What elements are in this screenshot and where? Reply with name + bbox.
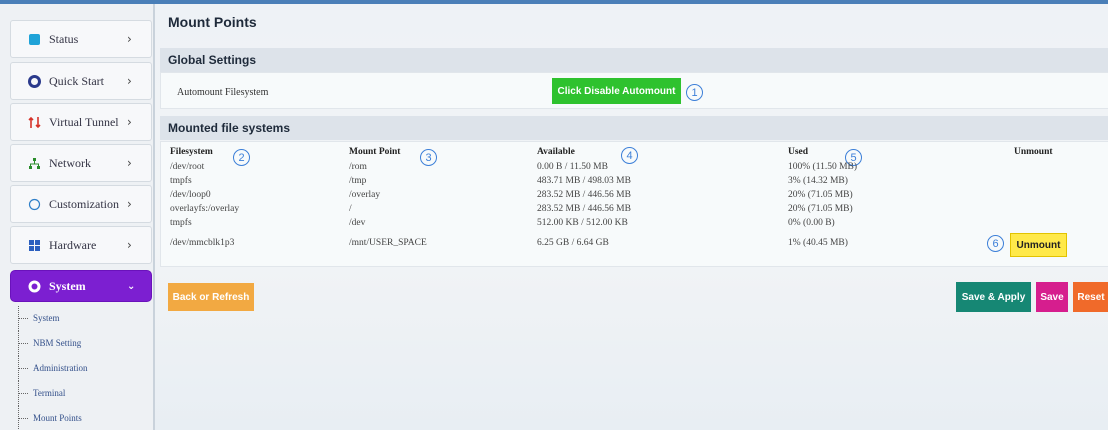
column-header-filesystem: Filesystem — [170, 147, 213, 157]
main-content: Mount Points Global Settings Automount F… — [156, 4, 1108, 430]
cell-filesystem: /dev/loop0 — [170, 190, 211, 200]
sidebar-item-network[interactable]: Network › — [10, 144, 152, 182]
callout-badge-4: 4 — [621, 147, 638, 164]
chevron-right-icon: › — [127, 156, 132, 170]
cell-mount-point: /rom — [349, 162, 367, 172]
cell-available: 283.52 MB / 446.56 MB — [537, 190, 631, 200]
sidebar-item-label: Status — [49, 31, 79, 46]
column-header-used: Used — [788, 147, 809, 157]
sidebar-item-label: Hardware — [49, 237, 97, 252]
column-header-unmount: Unmount — [1014, 147, 1053, 157]
network-icon — [27, 156, 41, 170]
sidebar-item-label: Customization — [49, 196, 119, 211]
cell-used: 1% (40.45 MB) — [788, 238, 848, 248]
sidebar-item-label: Virtual Tunnel — [49, 114, 119, 129]
sidebar-item-label: Quick Start — [49, 73, 104, 88]
customization-icon — [27, 197, 41, 211]
cell-used: 0% (0.00 B) — [788, 218, 835, 228]
sidebar-item-system[interactable]: System ⌄ — [10, 270, 152, 302]
sidebar-item-virtual-tunnel[interactable]: Virtual Tunnel › — [10, 103, 152, 141]
disable-automount-button[interactable]: Click Disable Automount — [552, 78, 681, 104]
chevron-down-icon: ⌄ — [127, 280, 136, 292]
gear-icon — [27, 74, 41, 88]
submenu-item-administration[interactable]: Administration — [18, 356, 153, 381]
cell-filesystem: tmpfs — [170, 218, 192, 228]
back-refresh-button[interactable]: Back or Refresh — [168, 283, 254, 311]
cell-mount-point: /tmp — [349, 176, 367, 186]
chevron-right-icon: › — [127, 74, 132, 88]
hardware-icon — [27, 238, 41, 252]
cell-filesystem: overlayfs:/overlay — [170, 204, 240, 214]
submenu-item-terminal[interactable]: Terminal — [18, 381, 153, 406]
chevron-right-icon: › — [127, 32, 132, 46]
unmount-button[interactable]: Unmount — [1010, 233, 1067, 257]
sidebar-item-label: System — [49, 278, 86, 293]
chevron-right-icon: › — [127, 238, 132, 252]
cell-used: 20% (71.05 MB) — [788, 190, 853, 200]
cell-used: 20% (71.05 MB) — [788, 204, 853, 214]
submenu-item-mount-points[interactable]: Mount Points — [18, 406, 153, 430]
system-gear-icon — [27, 279, 41, 293]
cell-mount-point: /dev — [349, 218, 366, 228]
column-header-mount-point: Mount Point — [349, 147, 401, 157]
chevron-right-icon: › — [127, 115, 132, 129]
save-button[interactable]: Save — [1036, 282, 1068, 312]
callout-badge-6: 6 — [987, 235, 1004, 252]
cell-available: 483.71 MB / 498.03 MB — [537, 176, 631, 186]
cell-mount-point: /mnt/USER_SPACE — [349, 238, 427, 248]
mounted-filesystems-table: Filesystem Mount Point Available Used Un… — [160, 141, 1108, 267]
callout-badge-1: 1 — [686, 84, 703, 101]
cell-available: 512.00 KB / 512.00 KB — [537, 218, 628, 228]
cell-available: 283.52 MB / 446.56 MB — [537, 204, 631, 214]
save-apply-button[interactable]: Save & Apply — [956, 282, 1031, 312]
column-header-available: Available — [537, 147, 575, 157]
cell-used: 3% (14.32 MB) — [788, 176, 848, 186]
cell-mount-point: / — [349, 204, 352, 214]
sidebar-item-status[interactable]: Status › — [10, 20, 152, 58]
mounted-filesystems-header: Mounted file systems — [160, 116, 1108, 140]
cell-filesystem: /dev/mmcblk1p3 — [170, 238, 235, 248]
sidebar-item-label: Network — [49, 155, 91, 170]
page-title: Mount Points — [168, 14, 257, 30]
chevron-right-icon: › — [127, 197, 132, 211]
callout-badge-3: 3 — [420, 149, 437, 166]
tunnel-icon — [27, 115, 41, 129]
cell-mount-point: /overlay — [349, 190, 381, 200]
sidebar-item-hardware[interactable]: Hardware › — [10, 226, 152, 264]
sidebar-item-customization[interactable]: Customization › — [10, 185, 152, 223]
cell-used: 100% (11.50 MB) — [788, 162, 858, 172]
automount-label: Automount Filesystem — [177, 87, 269, 98]
cell-available: 0.00 B / 11.50 MB — [537, 162, 608, 172]
cell-available: 6.25 GB / 6.64 GB — [537, 238, 609, 248]
cell-filesystem: /dev/root — [170, 162, 205, 172]
submenu-item-nbm-setting[interactable]: NBM Setting — [18, 331, 153, 356]
submenu-item-system[interactable]: System — [18, 306, 153, 331]
cell-filesystem: tmpfs — [170, 176, 192, 186]
sidebar: Status › Quick Start › Virtual Tunnel › … — [0, 4, 155, 430]
callout-badge-2: 2 — [233, 149, 250, 166]
sidebar-item-quick-start[interactable]: Quick Start › — [10, 62, 152, 100]
global-settings-header: Global Settings — [160, 48, 1108, 72]
reset-button[interactable]: Reset — [1073, 282, 1108, 312]
global-settings-section: Automount Filesystem Click Disable Autom… — [160, 72, 1108, 109]
system-submenu: System NBM Setting Administration Termin… — [18, 306, 153, 430]
status-icon — [27, 32, 41, 46]
